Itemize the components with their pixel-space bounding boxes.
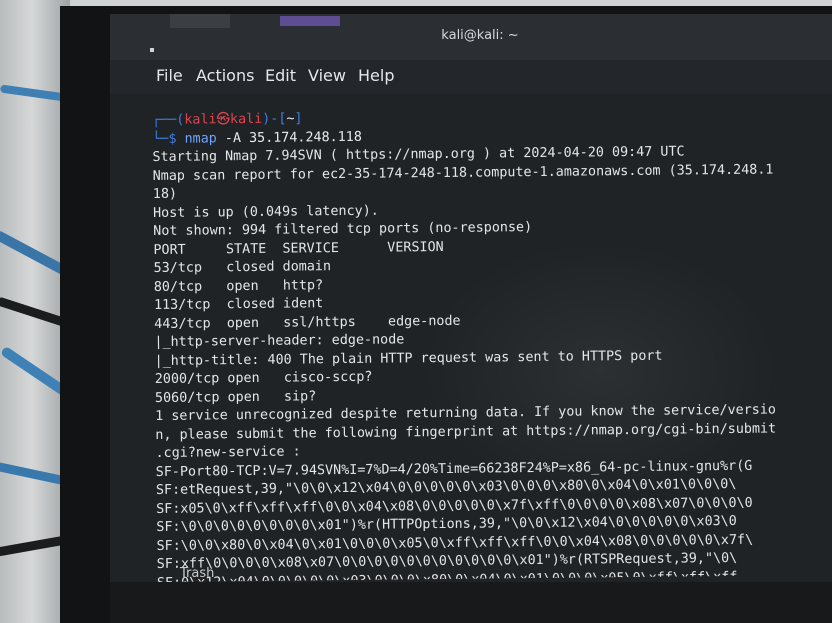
scan-output: Starting Nmap 7.94SVN ( https://nmap.org…	[152, 142, 832, 582]
desktop-trash-label[interactable]: Trash	[180, 566, 214, 581]
menu-bar: File Actions Edit View Help	[110, 60, 832, 94]
menu-help[interactable]: Help	[358, 66, 394, 85]
menu-actions[interactable]: Actions	[196, 66, 254, 85]
taskbar-icon[interactable]	[170, 14, 230, 28]
terminal-output[interactable]: ┌──(kali㉿kali)-[~] └─$ nmap -A 35.174.24…	[152, 105, 832, 582]
desktop-strip	[110, 582, 832, 623]
command-name: nmap	[184, 130, 217, 147]
window-title: kali@kali: ~	[441, 28, 519, 43]
menu-edit[interactable]: Edit	[265, 66, 296, 85]
prompt-user-host: kali㉿kali	[184, 111, 263, 128]
menu-view[interactable]: View	[308, 66, 346, 85]
taskbar-icon[interactable]	[280, 16, 340, 26]
command-args: -A 35.174.248.118	[216, 129, 362, 146]
window-menu-icon[interactable]	[150, 48, 154, 52]
menu-file[interactable]: File	[156, 66, 183, 85]
